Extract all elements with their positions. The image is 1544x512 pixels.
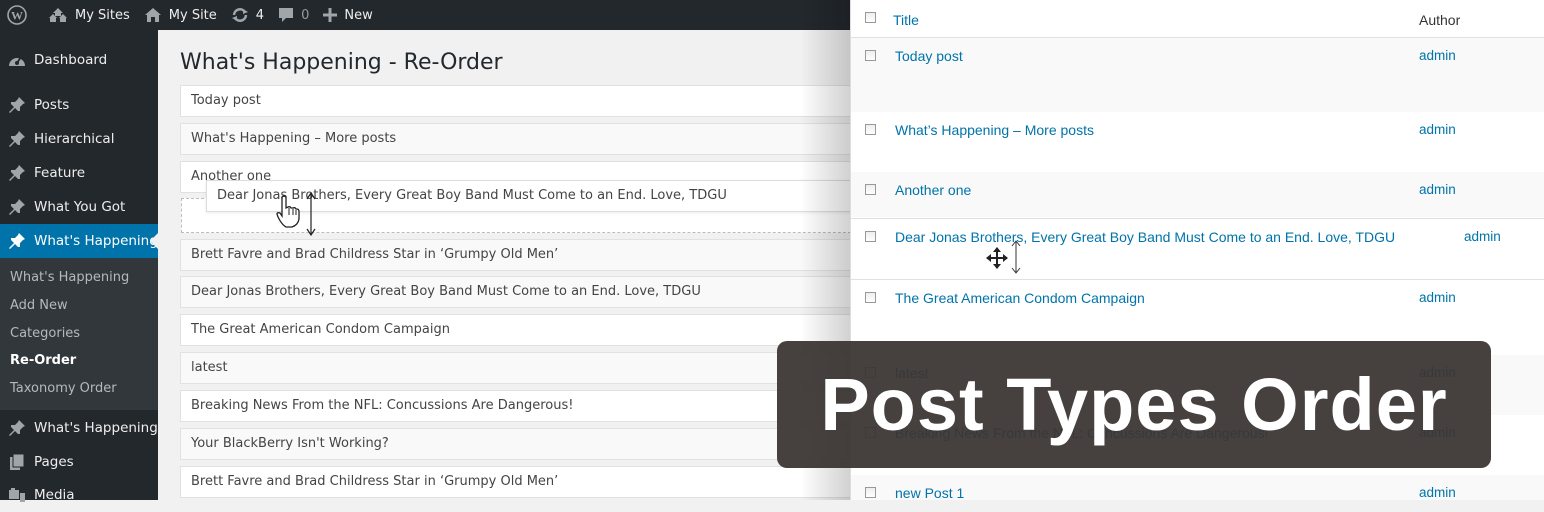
sidebar-item-label: Posts bbox=[34, 97, 70, 113]
select-all-checkbox[interactable] bbox=[865, 12, 876, 23]
wordpress-icon: W bbox=[7, 5, 27, 25]
dashboard-icon bbox=[7, 50, 27, 70]
wordpress-logo-button[interactable]: W bbox=[0, 0, 41, 30]
sortable-item[interactable]: Today post bbox=[180, 85, 880, 117]
sidebar-item-label: Feature bbox=[34, 165, 86, 181]
sidebar-item-label: Dashboard bbox=[34, 52, 108, 68]
updates-count: 4 bbox=[255, 7, 265, 23]
row-author-link[interactable]: admin bbox=[1419, 48, 1456, 63]
sidebar-submenu: What's Happening Add New Categories Re-O… bbox=[0, 258, 158, 410]
table-row-dragging[interactable]: Dear Jonas Brothers, Every Great Boy Ban… bbox=[851, 218, 1544, 280]
row-author-link[interactable]: admin bbox=[1419, 290, 1456, 305]
sidebar-item-hierarchical[interactable]: Hierarchical bbox=[0, 122, 158, 156]
sidebar-item-label: Pages bbox=[34, 454, 74, 470]
plugin-title-banner: Post Types Order bbox=[777, 341, 1491, 468]
admin-bar: W My Sites My Site 4 0 New bbox=[0, 0, 850, 30]
my-sites-icon bbox=[49, 8, 67, 22]
new-label: New bbox=[344, 7, 373, 23]
pin-icon bbox=[7, 231, 27, 251]
my-sites-label: My Sites bbox=[75, 7, 130, 23]
row-author-link[interactable]: admin bbox=[1419, 182, 1456, 197]
move-cursor-icon bbox=[986, 247, 1008, 269]
pin-icon bbox=[7, 418, 27, 438]
row-checkbox[interactable] bbox=[865, 50, 876, 61]
my-site-menu[interactable]: My Site bbox=[137, 0, 224, 30]
row-author-link[interactable]: admin bbox=[1464, 229, 1501, 244]
sidebar-item-label: Media bbox=[34, 487, 75, 503]
table-row[interactable]: Another one admin bbox=[851, 172, 1544, 217]
row-checkbox[interactable] bbox=[865, 124, 876, 135]
row-title-link[interactable]: The Great American Condom Campaign bbox=[895, 290, 1145, 306]
updates-icon bbox=[231, 8, 248, 22]
admin-sidebar: Dashboard Posts Hierarchical Feature Wha… bbox=[0, 30, 158, 503]
vertical-resize-icon bbox=[1011, 240, 1021, 274]
row-checkbox[interactable] bbox=[865, 487, 876, 498]
comments-button[interactable]: 0 bbox=[271, 0, 316, 30]
sidebar-item-label: What's Happening bbox=[34, 233, 158, 249]
row-title-link[interactable]: Today post bbox=[895, 48, 963, 64]
sortable-item[interactable]: Your BlackBerry Isn't Working? bbox=[180, 428, 880, 460]
sortable-item[interactable]: Brett Favre and Brad Childress Star in ‘… bbox=[180, 239, 880, 271]
sidebar-item-posts[interactable]: Posts bbox=[0, 88, 158, 122]
table-row[interactable]: What’s Happening – More posts admin bbox=[851, 112, 1544, 172]
pin-icon bbox=[7, 129, 27, 149]
submenu-item-add-new[interactable]: Add New bbox=[10, 298, 68, 313]
pin-icon bbox=[7, 163, 27, 183]
comment-icon bbox=[279, 8, 294, 22]
sidebar-item-label: What's Happening bbox=[34, 420, 158, 436]
sortable-item[interactable]: latest bbox=[180, 352, 880, 384]
row-title-link[interactable]: Another one bbox=[895, 182, 971, 198]
table-row[interactable]: Today post admin bbox=[851, 38, 1544, 112]
row-author-link[interactable]: admin bbox=[1419, 122, 1456, 137]
row-author-link[interactable]: admin bbox=[1419, 485, 1456, 500]
page-title: What's Happening - Re-Order bbox=[180, 50, 503, 75]
sidebar-item-label: What You Got bbox=[34, 199, 126, 215]
row-title-link[interactable]: Dear Jonas Brothers, Every Great Boy Ban… bbox=[895, 229, 1395, 245]
banner-text: Post Types Order bbox=[820, 363, 1448, 446]
sidebar-item-pages[interactable]: Pages bbox=[0, 445, 158, 479]
sidebar-item-dashboard[interactable]: Dashboard bbox=[0, 43, 158, 77]
hand-cursor-icon bbox=[276, 195, 300, 228]
row-checkbox[interactable] bbox=[865, 292, 876, 303]
row-checkbox[interactable] bbox=[865, 184, 876, 195]
vertical-resize-icon bbox=[306, 192, 316, 236]
sortable-item[interactable]: The Great American Condom Campaign bbox=[180, 314, 880, 346]
sidebar-item-whats-happening-2[interactable]: What's Happening bbox=[0, 411, 158, 445]
svg-text:W: W bbox=[11, 9, 23, 23]
sortable-item[interactable]: Breaking News From the NFL: Concussions … bbox=[180, 390, 880, 422]
table-row[interactable]: new Post 1 admin bbox=[851, 475, 1544, 501]
sortable-item[interactable]: What's Happening – More posts bbox=[180, 123, 880, 155]
new-content-button[interactable]: New bbox=[316, 0, 379, 30]
pin-icon bbox=[7, 95, 27, 115]
list-table-header: Title Author bbox=[851, 0, 1544, 38]
row-checkbox[interactable] bbox=[865, 231, 876, 242]
sidebar-item-whats-happening-current[interactable]: What's Happening bbox=[0, 224, 158, 258]
my-site-label: My Site bbox=[168, 7, 217, 23]
pages-icon bbox=[7, 452, 27, 472]
sortable-item[interactable]: Brett Favre and Brad Childress Star in ‘… bbox=[180, 466, 880, 498]
submenu-item-taxonomy-order[interactable]: Taxonomy Order bbox=[10, 381, 117, 396]
plus-icon bbox=[323, 8, 338, 22]
sidebar-item-feature[interactable]: Feature bbox=[0, 156, 158, 190]
media-icon bbox=[7, 485, 27, 505]
submenu-item-whats-happening[interactable]: What's Happening bbox=[10, 270, 129, 285]
sidebar-item-what-you-got[interactable]: What You Got bbox=[0, 190, 158, 224]
column-author-header: Author bbox=[1419, 12, 1461, 28]
sortable-item[interactable]: Dear Jonas Brothers, Every Great Boy Ban… bbox=[180, 276, 880, 308]
sidebar-item-media[interactable]: Media bbox=[0, 478, 158, 512]
row-title-link[interactable]: new Post 1 bbox=[895, 485, 964, 501]
my-sites-menu[interactable]: My Sites bbox=[41, 0, 137, 30]
submenu-item-re-order[interactable]: Re-Order bbox=[10, 353, 76, 368]
row-title-link[interactable]: What’s Happening – More posts bbox=[895, 122, 1094, 138]
sidebar-item-label: Hierarchical bbox=[34, 131, 115, 147]
pin-icon bbox=[7, 197, 27, 217]
comments-count: 0 bbox=[301, 7, 310, 23]
updates-button[interactable]: 4 bbox=[224, 0, 271, 30]
submenu-item-categories[interactable]: Categories bbox=[10, 326, 80, 341]
home-icon bbox=[144, 8, 161, 22]
column-title-header[interactable]: Title bbox=[893, 12, 919, 28]
